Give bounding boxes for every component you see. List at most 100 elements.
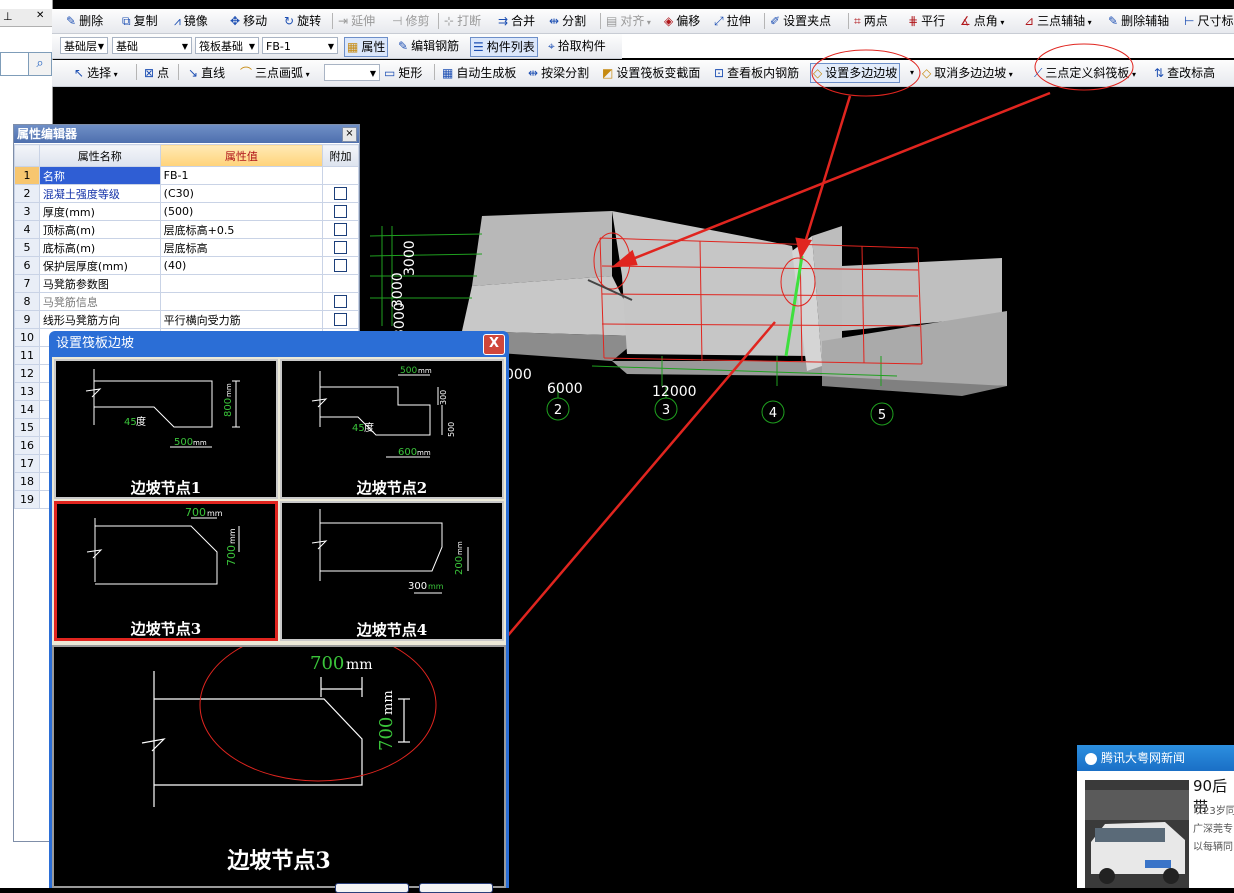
type-select[interactable]: 基础 ▼	[112, 37, 192, 54]
delete-icon: ✎	[66, 14, 77, 28]
properties-icon: ▦	[347, 40, 359, 54]
news-popup[interactable]: 腾讯大粤网新闻 90后带 以23岁同 广深莞专 以每辆同	[1077, 745, 1234, 888]
point-angle-button[interactable]: ∡ 点角 ▾	[960, 12, 1004, 30]
cancel-slope-button[interactable]: ◇ 取消多边边坡 ▾	[922, 64, 1013, 82]
subtype-select[interactable]: 筏板基础 ▼	[195, 37, 259, 54]
checkbox[interactable]	[334, 241, 348, 255]
slope-node-1-option[interactable]: 45 度 500 mm 800 mm 边坡节点1	[54, 359, 278, 499]
chevron-down-icon: ▼	[97, 42, 104, 51]
properties-button[interactable]: ▦ 属性	[344, 37, 389, 57]
elevation-icon: ⇅	[1154, 66, 1165, 80]
edit-rebar-button[interactable]: ✎ 编辑钢筋	[398, 37, 459, 55]
node1-angle: 45	[124, 417, 137, 428]
checkbox[interactable]	[334, 259, 348, 273]
set-section-button[interactable]: ◩ 设置筏板变截面	[602, 64, 700, 82]
parallel-button[interactable]: ⋕ 平行	[908, 12, 945, 30]
align-icon: ▤	[606, 14, 618, 28]
arc-button[interactable]: ⌒ 三点画弧 ▾	[240, 64, 310, 82]
view-rebar-button[interactable]: ⊡ 查看板内钢筋	[714, 64, 799, 82]
set-slope-dialog: 设置筏板边坡 X 45 度 500 mm 800 mm 边坡节点1 500 mm…	[49, 331, 509, 888]
element-select[interactable]: FB-1 ▼	[262, 37, 338, 54]
table-row[interactable]: 6 保护层厚度(mm) (40)	[14, 256, 359, 275]
layer-select[interactable]: 基础层 ▼	[60, 37, 108, 54]
slope-node-4-option[interactable]: 200 mm 300 mm 边坡节点4	[280, 501, 504, 641]
delete-aux-button[interactable]: ✎ 删除辅轴	[1108, 12, 1169, 30]
element-toolbar: 基础层 ▼ 基础 ▼ 筏板基础 ▼ FB-1 ▼ ▦ 属性 ✎ 编辑钢筋 ☰ 构件列表 ⌖ 拾取…	[52, 34, 622, 59]
rect-icon: ▭	[384, 66, 396, 80]
draw-toolbar: ↖ 选择 ▾ ⊠ 点 ↘ 直线 ⌒ 三点画弧 ▾ ▼ ▭ 矩形 ▦ 自动生成板 ⇹ 按梁分割 …	[52, 60, 1234, 87]
table-row[interactable]: 9 线形马凳筋方向 平行横向受力筋	[14, 310, 359, 329]
align-button[interactable]: ▤ 对齐 ▾	[606, 12, 651, 30]
node4-height: 200	[454, 556, 465, 575]
cancel-button[interactable]	[419, 883, 493, 893]
break-button[interactable]: ⊹ 打断	[444, 12, 481, 30]
arc-select[interactable]: ▼	[324, 64, 380, 81]
dock-close-button[interactable]: ✕	[36, 10, 44, 21]
cancel-slope-icon: ◇	[922, 66, 932, 80]
move-button[interactable]: ✥ 移动	[230, 12, 267, 30]
checkbox[interactable]	[334, 205, 348, 219]
split-button[interactable]: ⇹ 分割	[549, 12, 586, 30]
extend-button[interactable]: ⇥ 延伸	[338, 12, 375, 30]
stretch-button[interactable]: ⤢ 拉伸	[714, 12, 751, 30]
pick-element-icon: ⌖	[548, 39, 555, 53]
search-icon[interactable]: ⌕	[28, 52, 52, 76]
merge-button[interactable]: ⇉ 合并	[498, 12, 535, 30]
close-icon[interactable]: X	[483, 334, 505, 355]
beam-split-button[interactable]: ⇹ 按梁分割	[528, 64, 589, 82]
rect-button[interactable]: ▭ 矩形	[384, 64, 422, 82]
news-photo[interactable]	[1085, 780, 1189, 888]
auto-generate-button[interactable]: ▦ 自动生成板	[442, 64, 516, 82]
move-icon: ✥	[230, 14, 241, 28]
line-icon: ↘	[188, 66, 199, 80]
table-row[interactable]: 3 厚度(mm) (500)	[14, 202, 359, 221]
checkbox[interactable]	[334, 223, 348, 237]
table-row[interactable]: 5 底标高(m) 层底标高	[14, 238, 359, 257]
select-button[interactable]: ↖ 选择 ▾	[74, 64, 118, 82]
offset-button[interactable]: ◈ 偏移	[664, 12, 700, 30]
pick-element-button[interactable]: ⌖ 拾取构件	[548, 37, 606, 55]
node1-angle-unit: 度	[136, 415, 146, 428]
copy-icon: ⧉	[122, 14, 131, 28]
split-icon: ⇹	[549, 14, 560, 28]
trim-button[interactable]: ⊣ 修剪	[392, 12, 429, 30]
table-row[interactable]: 4 顶标高(m) 层底标高+0.5	[14, 220, 359, 239]
checkbox[interactable]	[334, 295, 348, 309]
three-point-aux-icon: ⊿	[1024, 14, 1035, 28]
element-list-button[interactable]: ☰ 构件列表	[470, 37, 538, 57]
copy-button[interactable]: ⧉ 复制	[122, 12, 158, 30]
search-input[interactable]	[0, 52, 30, 76]
table-row[interactable]: 2 混凝土强度等级 (C30)	[14, 184, 359, 203]
three-point-icon: ⟋	[1034, 66, 1043, 80]
change-elevation-button[interactable]: ⇅ 查改标高	[1154, 64, 1215, 82]
mirror-button[interactable]: ⩘ 镜像	[174, 12, 208, 30]
table-row[interactable]: 8 马凳筋信息	[14, 292, 359, 311]
dimension-button[interactable]: ⊢ 尺寸标	[1184, 12, 1233, 30]
slope-node-3-option[interactable]: 700 mm 700 mm 边坡节点3	[54, 501, 278, 641]
preview-width-unit: mm	[346, 657, 373, 673]
section-icon: ◩	[602, 66, 614, 80]
table-row[interactable]: 1 名称 FB-1	[14, 166, 359, 185]
rotate-button[interactable]: ↻ 旋转	[284, 12, 321, 30]
node3-height: 700	[225, 545, 238, 566]
ok-button[interactable]	[335, 883, 409, 893]
two-point-button[interactable]: ⌗ 两点	[854, 12, 888, 30]
set-slope-button[interactable]: ◇ 设置多边边坡	[810, 63, 901, 83]
table-row[interactable]: 7 马凳筋参数图	[14, 274, 359, 293]
node4-height-unit: mm	[456, 541, 464, 555]
slope-node-2-option[interactable]: 500 mm 300 500 45 度 600 mm 边坡节点2	[280, 359, 504, 499]
slope-dropdown[interactable]: ▾	[910, 64, 914, 82]
checkbox[interactable]	[334, 313, 348, 327]
three-point-aux-button[interactable]: ⊿ 三点辅轴 ▾	[1024, 12, 1092, 30]
line-button[interactable]: ↘ 直线	[188, 64, 225, 82]
close-icon[interactable]: ×	[342, 127, 357, 142]
set-grip-button[interactable]: ✐ 设置夹点	[770, 12, 831, 30]
node1-width-unit: mm	[193, 439, 207, 447]
checkbox[interactable]	[334, 187, 348, 201]
chevron-down-icon: ▼	[369, 69, 376, 78]
delete-button[interactable]: ✎ 删除	[66, 12, 103, 30]
three-point-slope-button[interactable]: ⟋ 三点定义斜筏板 ▾	[1034, 64, 1136, 82]
node1-width: 500	[174, 437, 193, 448]
pin-icon[interactable]: ⊥	[3, 10, 13, 23]
point-button[interactable]: ⊠ 点	[144, 64, 169, 82]
